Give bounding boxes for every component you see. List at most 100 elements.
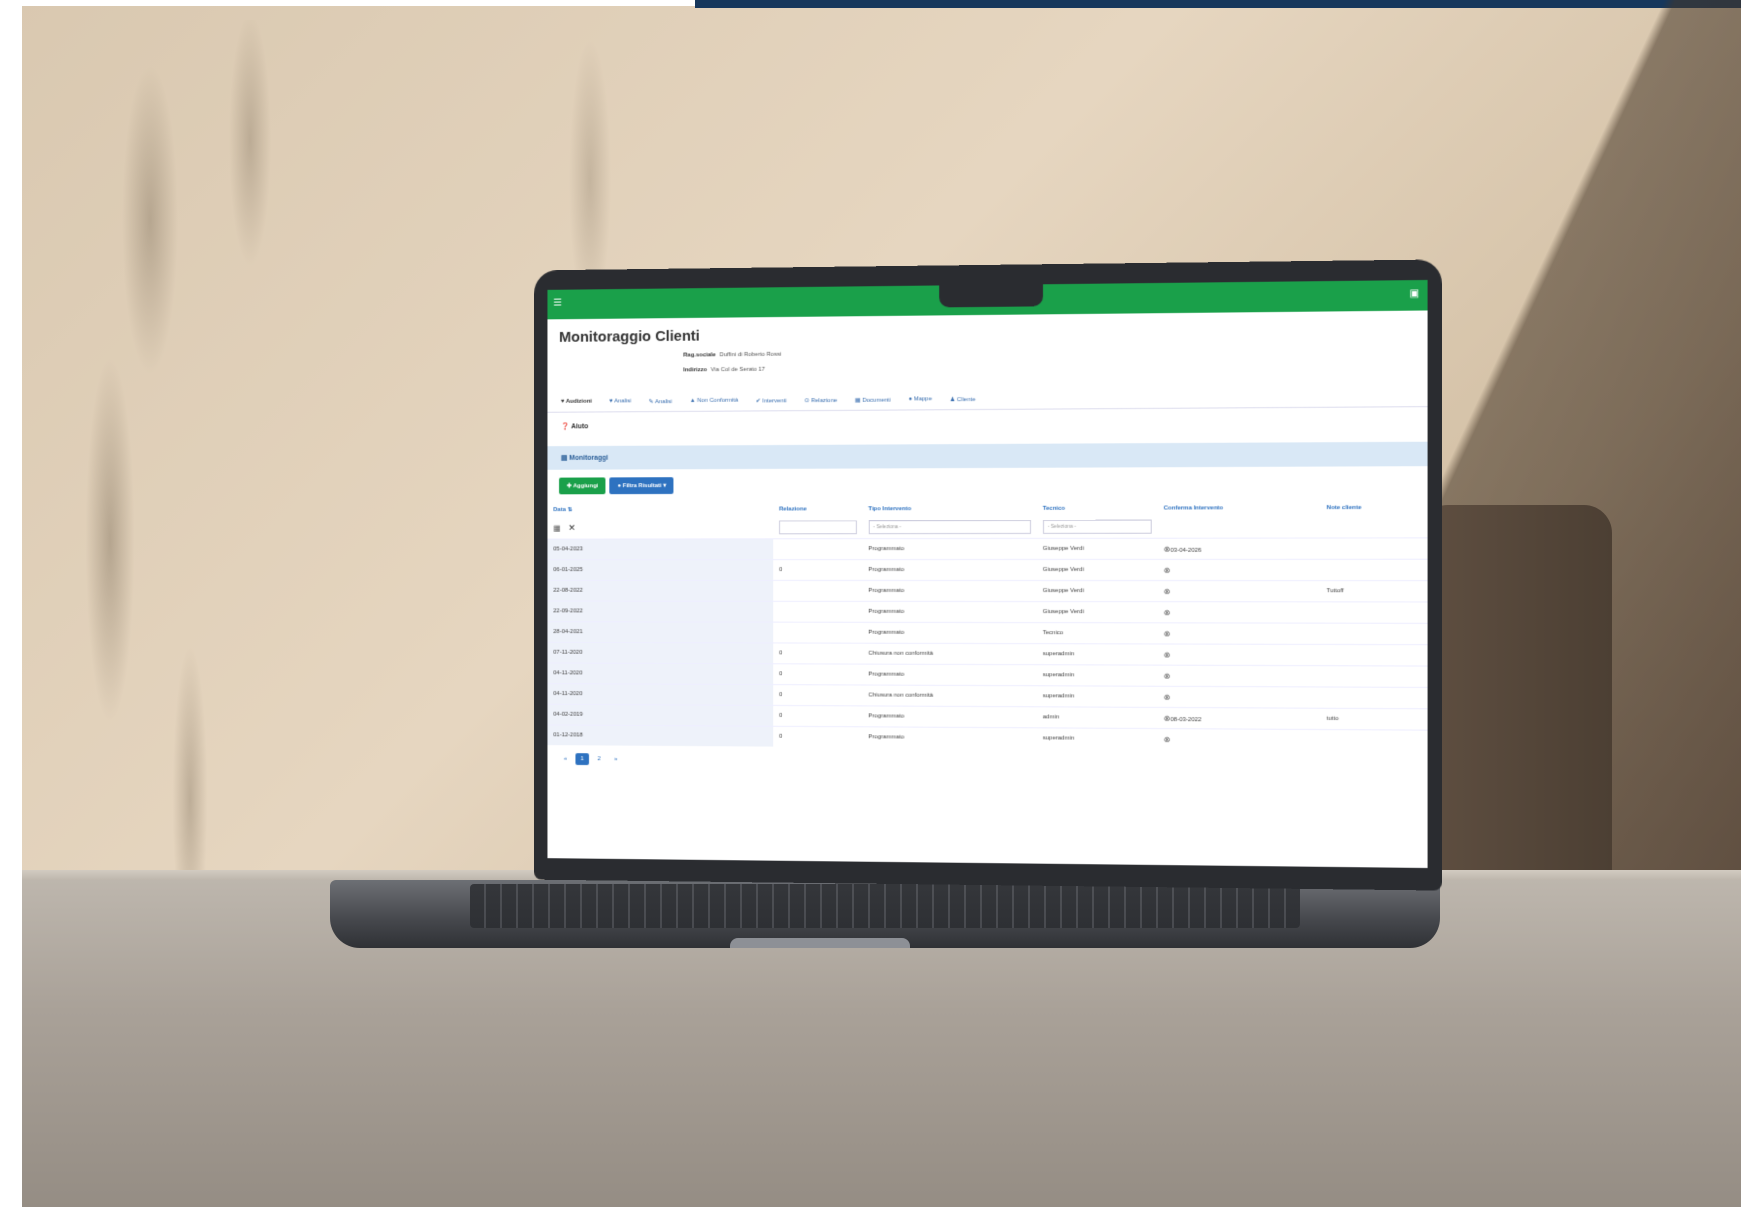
tab-analisi[interactable]: ♥ Analisi — [609, 398, 631, 405]
cell-tipo-text: Chiusura non conformità — [868, 692, 933, 698]
cell-conferma: ⊗08-03-2022 — [1158, 707, 1321, 729]
laptop-lid: ☰ ▣ Monitoraggio Clienti Rag.sociale Duff… — [534, 259, 1442, 890]
cell-data: 22-09-2022 — [547, 601, 773, 622]
tab-label: Relazione — [811, 398, 837, 404]
tab-label: Analisi — [655, 399, 672, 405]
clear-filter-icon[interactable]: ✕ — [568, 522, 575, 532]
cell-relazione: 0 — [773, 685, 862, 706]
cell-data: 28-04-2021 — [547, 622, 773, 643]
tab-documenti[interactable]: ▦ Documenti — [855, 397, 891, 404]
table-row[interactable]: 22-09-2022 Programmato Giuseppe Verdi ⊗ — [547, 601, 1427, 623]
cell-data: 01-12-2018 — [547, 725, 773, 747]
tab-audizioni[interactable]: ♥ Audizioni — [561, 399, 592, 406]
confirm-icon[interactable]: ⊗ — [1164, 629, 1171, 638]
confirm-icon[interactable]: ⊗ — [1164, 650, 1171, 659]
cell-tecnico: Giuseppe Verdi — [1037, 581, 1158, 602]
tab-interventi[interactable]: ✔ Interventi — [756, 397, 787, 404]
pager-page-1[interactable]: 1 — [576, 753, 589, 765]
tab-non-conformita[interactable]: ▲ Non Conformità — [690, 398, 739, 405]
confirm-icon[interactable]: ⊗ — [1164, 608, 1171, 617]
table-row[interactable]: 28-04-2021 Programmato Tecnico ⊗ — [547, 622, 1427, 645]
filter-row: ▦ ✕ - Seleziona - - Seleziona - — [547, 515, 1427, 539]
cell-tecnico-text: superadmin — [1043, 693, 1074, 699]
relazione-filter-input[interactable] — [779, 520, 856, 534]
cell-conferma: ⊗ — [1158, 665, 1321, 687]
cell-relazione-text: 0 — [779, 692, 782, 698]
cell-relazione: 0 — [773, 705, 862, 726]
ragione-value: Duffini di Roberto Rossi — [720, 352, 782, 358]
col-header-label: Data — [553, 507, 566, 513]
col-header-note[interactable]: Note cliente — [1320, 500, 1427, 516]
cell-tecnico: Giuseppe Verdi — [1037, 538, 1158, 559]
cell-tecnico-text: Giuseppe Verdi — [1043, 609, 1084, 615]
tab-cliente[interactable]: ♟ Cliente — [950, 396, 976, 403]
cell-relazione: 0 — [773, 643, 862, 664]
cell-note — [1320, 687, 1427, 709]
col-header-tipo[interactable]: Tipo Intervento — [862, 501, 1036, 516]
filter-button[interactable]: ● Filtra Risultati ▾ — [610, 477, 674, 494]
cell-data-text: 04-02-2019 — [553, 712, 583, 718]
cell-data: 05-04-2023 — [547, 539, 773, 560]
help-icon: ❓ — [561, 423, 569, 430]
cell-relazione: 0 — [773, 560, 862, 581]
cell-data-text: 04-11-2020 — [553, 670, 582, 676]
cell-relazione — [773, 539, 862, 560]
photo-border-top — [0, 0, 695, 6]
tab-analisi-2[interactable]: ✎ Analisi — [649, 398, 672, 405]
cell-conferma: ⊗03-04-2026 — [1158, 538, 1321, 559]
cell-tipo: Programmato — [862, 727, 1036, 749]
confirm-icon[interactable]: ⊗ — [1164, 671, 1171, 680]
tab-mappe[interactable]: ● Mappe — [908, 396, 931, 403]
col-header-data[interactable]: Data ⇅ — [547, 502, 773, 517]
cell-tecnico: superadmin — [1037, 665, 1158, 687]
cell-note: Tuttoff — [1320, 581, 1427, 602]
pager-next[interactable]: » — [609, 753, 622, 765]
add-button[interactable]: ✚ Aggiungi — [559, 477, 606, 494]
tecnico-filter-select[interactable]: - Seleziona - — [1043, 520, 1152, 534]
cell-data-text: 05-04-2023 — [553, 546, 583, 552]
tab-label: Cliente — [957, 397, 976, 403]
cell-tecnico-text: superadmin — [1043, 735, 1074, 741]
indirizzo-label: Indirizzo — [683, 367, 707, 373]
help-label: Aiuto — [571, 423, 588, 430]
cell-data: 04-02-2019 — [547, 704, 773, 726]
menu-icon[interactable]: ☰ — [553, 298, 562, 309]
section-header: ▤ Monitoraggi — [547, 442, 1427, 470]
cell-tipo: Programmato — [862, 559, 1036, 580]
tipo-filter-select[interactable]: - Seleziona - — [868, 520, 1030, 534]
col-header-conferma[interactable]: Conferma Intervento — [1158, 500, 1321, 516]
calendar-filter-icon[interactable]: ▦ — [553, 523, 560, 532]
cell-tipo-text: Programmato — [868, 609, 904, 615]
cell-tecnico: Giuseppe Verdi — [1037, 559, 1158, 580]
confirm-icon[interactable]: ⊗ — [1164, 692, 1171, 701]
pagination: « 1 2 » — [547, 745, 1427, 779]
col-header-tecnico[interactable]: Tecnico — [1037, 500, 1158, 515]
pager-page-2[interactable]: 2 — [593, 753, 606, 765]
cell-data: 04-11-2020 — [547, 663, 773, 685]
cell-tecnico-text: Tecnico — [1043, 630, 1063, 636]
help-link[interactable]: ❓ Aiuto — [547, 407, 1427, 440]
cell-data: 04-11-2020 — [547, 684, 773, 706]
tab-relazione[interactable]: ⊙ Relazione — [804, 397, 837, 404]
table-row[interactable]: 05-04-2023 Programmato Giuseppe Verdi ⊗03-0… — [547, 538, 1427, 560]
cell-relazione-text: 0 — [779, 671, 782, 677]
cell-relazione-text: 0 — [779, 734, 782, 740]
cell-tipo: Chiusura non conformità — [862, 643, 1036, 665]
cell-tecnico-text: superadmin — [1043, 672, 1074, 678]
cell-tipo: Programmato — [862, 580, 1036, 601]
pager-prev[interactable]: « — [559, 753, 572, 765]
user-menu-icon[interactable]: ▣ — [1410, 288, 1420, 299]
tab-label: Audizioni — [566, 399, 592, 405]
cell-note — [1320, 623, 1427, 645]
table-row[interactable]: 06-01-2025 0 Programmato Giuseppe Verdi ⊗ — [547, 559, 1427, 580]
cell-tipo: Programmato — [862, 706, 1036, 728]
cell-data-text: 28-04-2021 — [553, 629, 583, 635]
table-row[interactable]: 22-08-2022 Programmato Giuseppe Verdi ⊗ Tutt… — [547, 580, 1427, 602]
laptop-hinge-notch — [730, 938, 910, 948]
col-header-relazione[interactable]: Relazione — [773, 501, 862, 516]
confirm-icon[interactable]: ⊗ — [1164, 565, 1171, 574]
confirm-icon[interactable]: ⊗ — [1164, 735, 1171, 744]
filter-button-label: Filtra Risultati — [623, 483, 662, 489]
confirm-icon[interactable]: ⊗ — [1164, 587, 1171, 596]
add-button-label: Aggiungi — [573, 483, 598, 489]
